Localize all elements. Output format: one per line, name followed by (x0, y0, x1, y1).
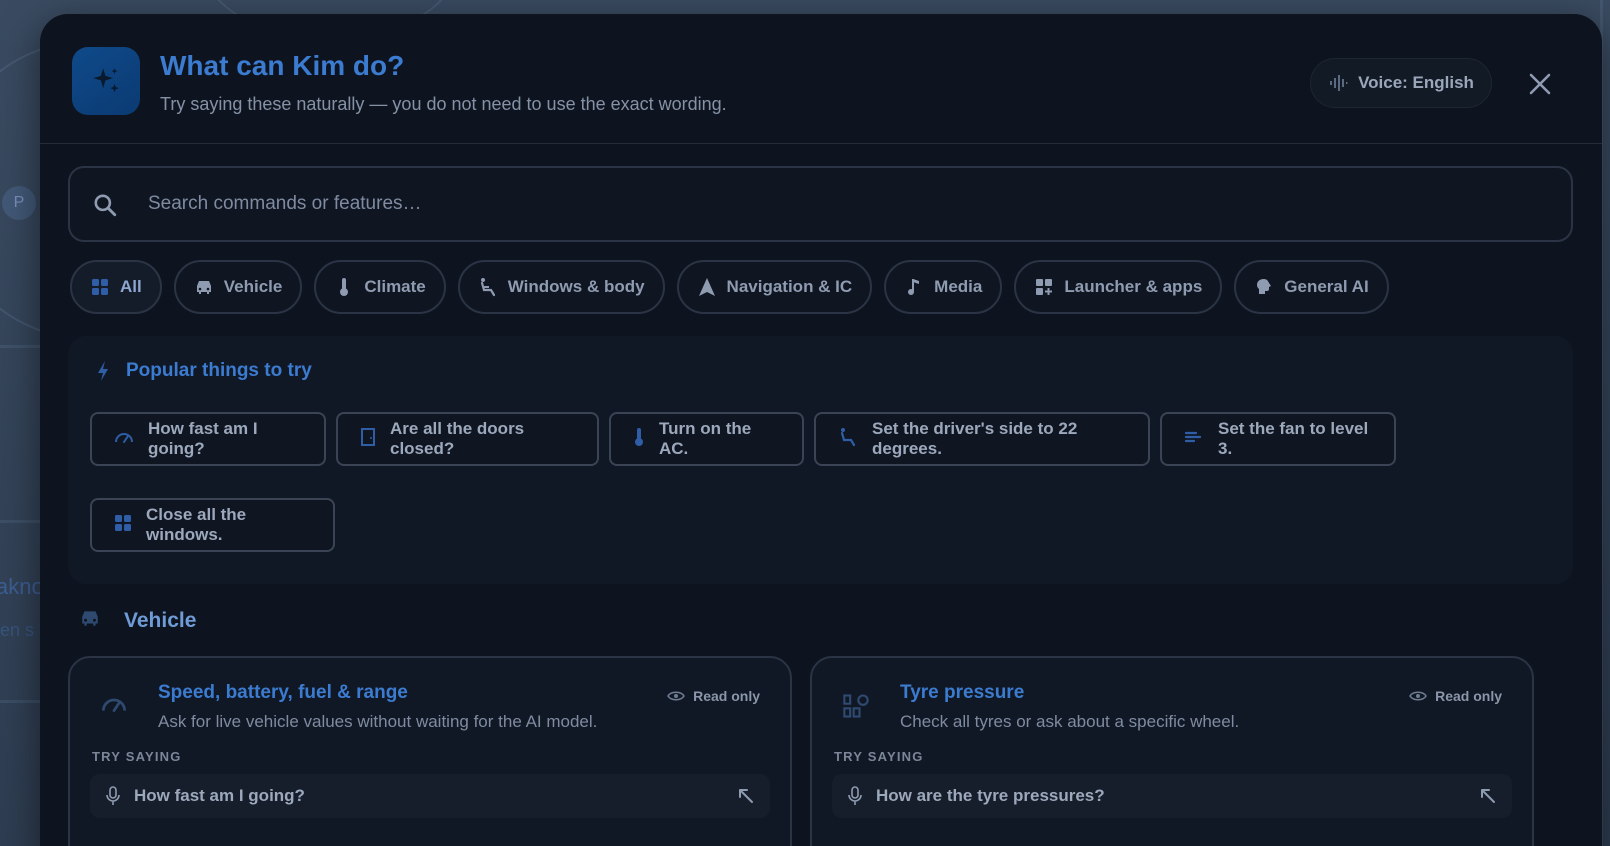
search-bar (68, 166, 1573, 242)
map-pin: P (2, 186, 36, 220)
eye-icon (1409, 691, 1427, 701)
example-text: How are the tyre pressures? (876, 786, 1105, 805)
map-pin-label: P (13, 194, 25, 211)
filter-climate[interactable]: Climate (314, 260, 446, 314)
lightning-icon (96, 360, 110, 387)
suggestion-chip[interactable]: Set the driver's side to 22 degrees. (814, 412, 1150, 466)
search-input[interactable] (148, 168, 1528, 240)
popular-title: Popular things to try (126, 360, 312, 381)
car-icon (78, 608, 102, 633)
try-saying-label: TRY SAYING (92, 749, 182, 764)
navigation-arrow-icon (697, 277, 717, 297)
filter-vehicle[interactable]: Vehicle (173, 260, 303, 314)
voice-language-label: Voice: English (1358, 73, 1474, 92)
suggestion-label: Set the driver's side to 22 degrees. (872, 419, 1078, 458)
insert-arrow-icon (739, 789, 753, 803)
category-filters: All Vehicle Climate Windows & body Navig… (70, 260, 1389, 314)
map-road (0, 700, 40, 703)
speedometer-icon (100, 692, 128, 721)
waveform-icon (1330, 75, 1348, 91)
map-road (0, 345, 40, 348)
filter-all[interactable]: All (70, 260, 162, 314)
fan-icon (1184, 428, 1204, 451)
brain-icon (1254, 277, 1274, 297)
suggestion-chip[interactable]: How fast am I going? (90, 412, 326, 466)
suggestion-chip[interactable]: Are all the doors closed? (336, 412, 599, 466)
feature-card-tyres: Tyre pressure Check all tyres or ask abo… (810, 656, 1534, 846)
thermometer-icon (633, 427, 645, 452)
eye-icon (667, 691, 685, 701)
badge-label: Read only (693, 688, 760, 704)
badge-label: Read only (1435, 688, 1502, 704)
map-label: akno (0, 574, 44, 599)
suggestion-chip[interactable]: Turn on the AC. (609, 412, 804, 466)
seat-icon (838, 427, 858, 452)
example-command[interactable]: How fast am I going? (90, 774, 770, 818)
example-text: How fast am I going? (134, 786, 305, 805)
insert-arrow-icon (1481, 789, 1495, 803)
speedometer-icon (114, 428, 134, 451)
thermometer-icon (334, 277, 354, 297)
filter-launcher-apps[interactable]: Launcher & apps (1014, 260, 1223, 314)
popular-section: Popular things to try How fast am I goin… (68, 336, 1573, 584)
sparkle-icon (93, 68, 119, 93)
suggestion-label: Turn on the AC. (659, 419, 752, 458)
music-note-icon (904, 277, 924, 297)
card-description: Ask for live vehicle values without wait… (158, 712, 598, 731)
card-description: Check all tyres or ask about a specific … (900, 712, 1240, 731)
suggestion-label: Are all the doors closed? (390, 419, 525, 458)
close-button[interactable] (1520, 64, 1560, 104)
read-only-badge: Read only (1409, 688, 1502, 704)
seat-icon (478, 277, 498, 297)
car-icon (194, 277, 214, 297)
filter-label: Navigation & IC (726, 277, 853, 296)
voice-language-button[interactable]: Voice: English (1310, 58, 1492, 108)
microphone-icon (106, 786, 120, 805)
card-title: Tyre pressure (900, 682, 1025, 703)
feature-card-speed: Speed, battery, fuel & range Ask for liv… (68, 656, 792, 846)
suggestion-chip[interactable]: Set the fan to level 3. (1160, 412, 1396, 466)
close-icon (1529, 73, 1551, 95)
help-modal: What can Kim do? Try saying these natura… (40, 14, 1602, 846)
section-title: Vehicle (124, 608, 197, 632)
card-title: Speed, battery, fuel & range (158, 682, 408, 703)
filter-label: Media (934, 277, 983, 296)
microphone-icon (848, 786, 862, 805)
filter-label: Climate (364, 277, 426, 296)
filter-label: General AI (1284, 277, 1369, 296)
sparkle-badge (72, 47, 140, 115)
grid-icon (114, 514, 132, 537)
modal-header: What can Kim do? Try saying these natura… (40, 14, 1602, 144)
filter-navigation[interactable]: Navigation & IC (676, 260, 873, 314)
suggestion-label: Close all the windows. (146, 505, 247, 544)
suggestion-label: Set the fan to level 3. (1218, 419, 1369, 458)
modal-subtitle: Try saying these naturally — you do not … (160, 94, 727, 114)
suggestion-chip[interactable]: Close all the windows. (90, 498, 335, 552)
filter-windows-body[interactable]: Windows & body (457, 260, 665, 314)
filter-media[interactable]: Media (884, 260, 1003, 314)
filter-label: Windows & body (507, 277, 645, 296)
filter-label: All (120, 277, 142, 296)
try-saying-label: TRY SAYING (834, 749, 924, 764)
map-road (0, 520, 40, 523)
apps-icon (1034, 277, 1054, 297)
tyre-icon (842, 692, 870, 725)
filter-label: Launcher & apps (1064, 277, 1203, 296)
filter-general-ai[interactable]: General AI (1234, 260, 1389, 314)
example-command[interactable]: How are the tyre pressures? (832, 774, 1512, 818)
grid-icon (90, 277, 110, 297)
vehicle-section-header: Vehicle (78, 608, 196, 633)
filter-label: Vehicle (223, 277, 283, 296)
modal-title: What can Kim do? (160, 50, 405, 81)
read-only-badge: Read only (667, 688, 760, 704)
search-icon (92, 192, 118, 223)
map-label: en s (0, 620, 35, 640)
suggestion-label: How fast am I going? (148, 419, 258, 458)
door-icon (360, 427, 376, 452)
